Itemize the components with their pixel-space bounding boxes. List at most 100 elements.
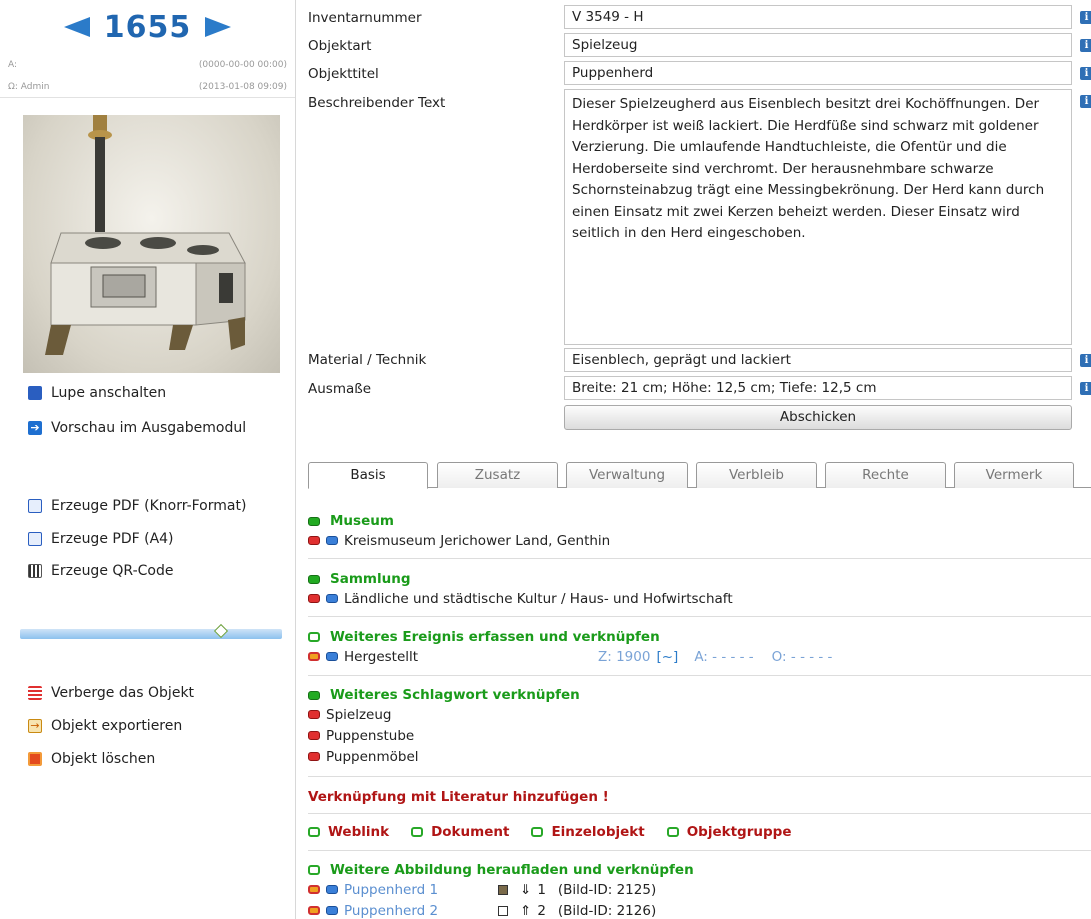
type-label: Objektart bbox=[308, 38, 372, 54]
pdf-knorr-action[interactable]: Erzeuge PDF (Knorr-Format) bbox=[28, 498, 246, 514]
hide-grid-icon bbox=[28, 686, 42, 700]
next-object-icon[interactable] bbox=[205, 17, 232, 37]
delete-icon bbox=[28, 752, 42, 766]
magnifier-icon bbox=[28, 386, 42, 400]
image-pill-icon[interactable] bbox=[308, 906, 320, 915]
add-outline-pill-icon bbox=[308, 827, 320, 837]
tab-verwaltung[interactable]: Verwaltung bbox=[566, 462, 688, 488]
single-object-label: Einzelobjekt bbox=[551, 824, 645, 840]
edit-pill-icon[interactable] bbox=[326, 652, 338, 661]
object-group-label: Objektgruppe bbox=[686, 824, 792, 840]
event-item-label: Hergestellt bbox=[344, 648, 419, 665]
image-link[interactable]: Puppenherd 1 bbox=[344, 882, 492, 898]
tab-vermerk[interactable]: Vermerk bbox=[954, 462, 1074, 488]
printer-icon bbox=[28, 499, 42, 513]
toy-stove-image bbox=[45, 115, 246, 355]
magnifier-action[interactable]: Lupe anschalten bbox=[28, 385, 166, 401]
material-input[interactable]: Eisenblech, geprägt und lackiert bbox=[564, 348, 1072, 372]
tab-verbleib[interactable]: Verbleib bbox=[696, 462, 817, 488]
add-pill-icon bbox=[308, 516, 320, 526]
remove-pill-icon[interactable] bbox=[308, 731, 320, 740]
zoom-slider[interactable] bbox=[20, 623, 282, 639]
info-icon[interactable]: i bbox=[1080, 67, 1091, 80]
remove-pill-icon[interactable] bbox=[308, 710, 320, 719]
type-input[interactable]: Spielzeug bbox=[564, 33, 1072, 57]
info-icon[interactable]: i bbox=[1080, 39, 1091, 52]
thumbnail-icon bbox=[498, 884, 508, 895]
remove-pill-icon[interactable] bbox=[308, 594, 320, 603]
description-label: Beschreibender Text bbox=[308, 95, 446, 111]
info-icon[interactable]: i bbox=[1080, 354, 1091, 367]
info-icon[interactable]: i bbox=[1080, 11, 1091, 24]
weblink-label: Weblink bbox=[328, 824, 390, 840]
collection-heading-label: Sammlung bbox=[330, 571, 411, 587]
keyword-heading[interactable]: Weiteres Schlagwort verknüpfen bbox=[308, 686, 1091, 704]
single-object-option[interactable]: Einzelobjekt bbox=[531, 824, 645, 840]
divider bbox=[308, 675, 1091, 676]
image-pill-icon[interactable] bbox=[308, 885, 320, 894]
event-pill-icon[interactable] bbox=[308, 652, 320, 661]
document-label: Dokument bbox=[431, 824, 510, 840]
keyword-label: Spielzeug bbox=[326, 706, 392, 723]
move-down-icon[interactable]: ⇓ bbox=[520, 882, 531, 898]
export-label: Objekt exportieren bbox=[51, 718, 183, 734]
event-date: Z: 1900 bbox=[598, 648, 651, 665]
edit-pill-icon[interactable] bbox=[326, 594, 338, 603]
event-heading-label: Weiteres Ereignis erfassen und verknüpfe… bbox=[330, 629, 660, 645]
museum-heading[interactable]: Museum bbox=[308, 512, 1091, 530]
add-pill-icon bbox=[308, 690, 320, 700]
pdf-a4-label: Erzeuge PDF (A4) bbox=[51, 531, 174, 547]
collection-section: Sammlung Ländliche und städtische Kultur… bbox=[308, 570, 1091, 609]
hide-object-action[interactable]: Verberge das Objekt bbox=[28, 685, 194, 701]
remove-pill-icon[interactable] bbox=[308, 536, 320, 545]
created-value: (0000-00-00 00:00) bbox=[198, 60, 287, 70]
info-icon[interactable]: i bbox=[1080, 95, 1091, 108]
move-up-icon[interactable]: ⇑ bbox=[520, 903, 531, 919]
list-item: Kreismuseum Jerichower Land, Genthin bbox=[308, 530, 1091, 551]
tab-zusatz[interactable]: Zusatz bbox=[437, 462, 558, 488]
export-action[interactable]: → Objekt exportieren bbox=[28, 718, 182, 734]
material-label: Material / Technik bbox=[308, 352, 427, 368]
edit-pill-icon[interactable] bbox=[326, 536, 338, 545]
weblink-option[interactable]: Weblink bbox=[308, 824, 389, 840]
event-section: Weiteres Ereignis erfassen und verknüpfe… bbox=[308, 628, 1091, 667]
event-approx[interactable]: [~] bbox=[656, 649, 678, 665]
thumbnail-empty-icon bbox=[498, 905, 508, 916]
slider-knob[interactable] bbox=[213, 623, 229, 639]
literature-link[interactable]: Verknüpfung mit Literatur hinzufügen ! bbox=[308, 789, 609, 805]
object-navigator: 1655 bbox=[0, 0, 295, 54]
delete-action[interactable]: Objekt löschen bbox=[28, 751, 155, 767]
submit-button[interactable]: Abschicken bbox=[564, 405, 1072, 430]
pdf-a4-action[interactable]: Erzeuge PDF (A4) bbox=[28, 531, 174, 547]
event-heading[interactable]: Weiteres Ereignis erfassen und verknüpfe… bbox=[308, 628, 1091, 646]
event-actor: A: - - - - - bbox=[694, 648, 754, 665]
remove-pill-icon[interactable] bbox=[308, 752, 320, 761]
link-options: Weblink Dokument Einzelobjekt Objektgrup… bbox=[308, 824, 1091, 840]
qr-action[interactable]: Erzeuge QR-Code bbox=[28, 563, 173, 579]
image-id: (Bild-ID: 2126) bbox=[557, 902, 657, 919]
dimensions-input[interactable]: Breite: 21 cm; Höhe: 12,5 cm; Tiefe: 12,… bbox=[564, 376, 1072, 400]
inventory-input[interactable]: V 3549 - H bbox=[564, 5, 1072, 29]
previous-object-icon[interactable] bbox=[63, 17, 90, 37]
collection-heading[interactable]: Sammlung bbox=[308, 570, 1091, 588]
tab-rechte[interactable]: Rechte bbox=[825, 462, 946, 488]
image-link[interactable]: Puppenherd 2 bbox=[344, 903, 492, 919]
keyword-heading-label: Weiteres Schlagwort verknüpfen bbox=[330, 687, 580, 703]
image-section: Weitere Abbildung heraufladen und verknü… bbox=[308, 861, 1091, 919]
document-option[interactable]: Dokument bbox=[411, 824, 509, 840]
edit-pill-icon[interactable] bbox=[326, 885, 338, 894]
divider bbox=[308, 616, 1091, 617]
object-number: 1655 bbox=[103, 9, 192, 45]
inventory-label: Inventarnummer bbox=[308, 10, 422, 26]
preview-action[interactable]: ➔ Vorschau im Ausgabemodul bbox=[28, 420, 246, 436]
info-icon[interactable]: i bbox=[1080, 382, 1091, 395]
tab-basis[interactable]: Basis bbox=[308, 462, 428, 489]
title-input[interactable]: Puppenherd bbox=[564, 61, 1072, 85]
image-heading[interactable]: Weitere Abbildung heraufladen und verknü… bbox=[308, 861, 1091, 879]
object-photo[interactable] bbox=[23, 115, 280, 373]
description-textarea[interactable]: Dieser Spielzeugherd aus Eisenblech besi… bbox=[564, 89, 1072, 345]
pdf-knorr-label: Erzeuge PDF (Knorr-Format) bbox=[51, 498, 247, 514]
object-group-option[interactable]: Objektgruppe bbox=[666, 824, 792, 840]
divider bbox=[308, 850, 1091, 851]
edit-pill-icon[interactable] bbox=[326, 906, 338, 915]
